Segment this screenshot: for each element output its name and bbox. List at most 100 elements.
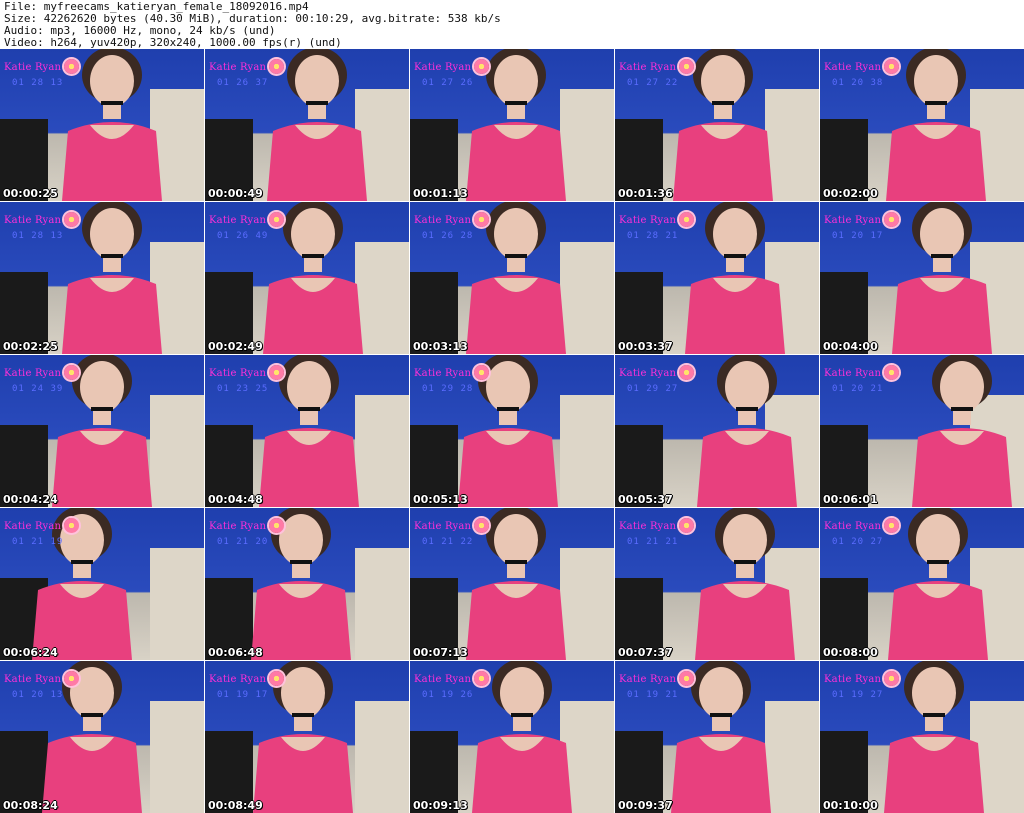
clock-overlay: 01 19 21 xyxy=(627,690,679,700)
clock-overlay: 01 20 27 xyxy=(832,537,884,547)
brand-watermark: Katie Ryan xyxy=(824,671,900,686)
brand-text: Katie Ryan xyxy=(4,368,62,379)
flower-icon xyxy=(64,671,80,686)
flower-icon xyxy=(679,365,695,380)
brand-watermark: Katie Ryan xyxy=(414,671,490,686)
clock-overlay: 01 29 27 xyxy=(627,384,679,394)
video-thumbnail[interactable]: Katie Ryan 01 21 20 00:06:48 xyxy=(205,508,409,660)
clock-overlay: 01 19 26 xyxy=(422,690,474,700)
video-thumbnail[interactable]: Katie Ryan 01 28 21 00:03:37 xyxy=(615,202,819,354)
video-thumbnail[interactable]: Katie Ryan 01 19 27 00:10:00 xyxy=(820,661,1024,813)
timestamp-label: 00:05:13 xyxy=(413,493,468,506)
brand-watermark: Katie Ryan xyxy=(209,59,285,74)
flower-icon xyxy=(884,671,900,686)
timestamp-label: 00:03:37 xyxy=(618,340,673,353)
flower-icon xyxy=(884,59,900,74)
brand-watermark: Katie Ryan xyxy=(4,59,80,74)
timestamp-label: 00:00:49 xyxy=(208,187,263,200)
flower-icon xyxy=(474,365,490,380)
flower-icon xyxy=(679,671,695,686)
timestamp-label: 00:02:00 xyxy=(823,187,878,200)
video-thumbnail[interactable]: Katie Ryan 01 24 39 00:04:24 xyxy=(0,355,204,507)
brand-watermark: Katie Ryan xyxy=(209,518,285,533)
flower-icon xyxy=(884,212,900,227)
video-thumbnail[interactable]: Katie Ryan 01 28 13 00:00:25 xyxy=(0,49,204,201)
brand-watermark: Katie Ryan xyxy=(4,212,80,227)
brand-text: Katie Ryan xyxy=(4,62,62,73)
flower-icon xyxy=(269,59,285,74)
video-thumbnail[interactable]: Katie Ryan 01 20 13 00:08:24 xyxy=(0,661,204,813)
clock-overlay: 01 27 22 xyxy=(627,78,679,88)
video-thumbnail[interactable]: Katie Ryan 01 19 21 00:09:37 xyxy=(615,661,819,813)
brand-text: Katie Ryan xyxy=(414,368,472,379)
brand-text: Katie Ryan xyxy=(414,215,472,226)
video-thumbnail[interactable]: Katie Ryan 01 26 49 00:02:49 xyxy=(205,202,409,354)
clock-overlay: 01 28 13 xyxy=(12,231,64,241)
video-thumbnail[interactable]: Katie Ryan 01 20 27 00:08:00 xyxy=(820,508,1024,660)
brand-text: Katie Ryan xyxy=(209,674,267,685)
flower-icon xyxy=(64,518,80,533)
flower-icon xyxy=(474,212,490,227)
brand-text: Katie Ryan xyxy=(619,62,677,73)
video-thumbnail[interactable]: Katie Ryan 01 27 26 00:01:13 xyxy=(410,49,614,201)
video-thumbnail[interactable]: Katie Ryan 01 21 21 00:07:37 xyxy=(615,508,819,660)
timestamp-label: 00:09:13 xyxy=(413,799,468,812)
brand-watermark: Katie Ryan xyxy=(4,518,80,533)
video-thumbnail[interactable]: Katie Ryan 01 19 17 00:08:49 xyxy=(205,661,409,813)
video-thumbnail[interactable]: Katie Ryan 01 29 27 00:05:37 xyxy=(615,355,819,507)
video-thumbnail[interactable]: Katie Ryan 01 19 26 00:09:13 xyxy=(410,661,614,813)
timestamp-label: 00:08:24 xyxy=(3,799,58,812)
timestamp-label: 00:04:00 xyxy=(823,340,878,353)
timestamp-label: 00:06:48 xyxy=(208,646,263,659)
timestamp-label: 00:00:25 xyxy=(3,187,58,200)
video-thumbnail[interactable]: Katie Ryan 01 23 25 00:04:48 xyxy=(205,355,409,507)
timestamp-label: 00:06:24 xyxy=(3,646,58,659)
video-thumbnail[interactable]: Katie Ryan 01 21 22 00:07:13 xyxy=(410,508,614,660)
clock-overlay: 01 19 17 xyxy=(217,690,269,700)
video-thumbnail[interactable]: Katie Ryan 01 28 13 00:02:25 xyxy=(0,202,204,354)
brand-watermark: Katie Ryan xyxy=(209,671,285,686)
video-thumbnail[interactable]: Katie Ryan 01 20 17 00:04:00 xyxy=(820,202,1024,354)
brand-text: Katie Ryan xyxy=(824,62,882,73)
brand-watermark: Katie Ryan xyxy=(209,212,285,227)
video-thumbnail[interactable]: Katie Ryan 01 21 19 00:06:24 xyxy=(0,508,204,660)
brand-text: Katie Ryan xyxy=(619,674,677,685)
video-thumbnail[interactable]: Katie Ryan 01 26 28 00:03:13 xyxy=(410,202,614,354)
flower-icon xyxy=(269,212,285,227)
brand-text: Katie Ryan xyxy=(209,62,267,73)
flower-icon xyxy=(884,518,900,533)
brand-watermark: Katie Ryan xyxy=(619,212,695,227)
clock-overlay: 01 21 20 xyxy=(217,537,269,547)
timestamp-label: 00:02:25 xyxy=(3,340,58,353)
brand-text: Katie Ryan xyxy=(824,368,882,379)
video-thumbnail[interactable]: Katie Ryan 01 29 28 00:05:13 xyxy=(410,355,614,507)
flower-icon xyxy=(64,212,80,227)
clock-overlay: 01 26 49 xyxy=(217,231,269,241)
timestamp-label: 00:01:36 xyxy=(618,187,673,200)
flower-icon xyxy=(474,671,490,686)
video-thumbnail[interactable]: Katie Ryan 01 27 22 00:01:36 xyxy=(615,49,819,201)
brand-text: Katie Ryan xyxy=(4,674,62,685)
brand-watermark: Katie Ryan xyxy=(824,212,900,227)
brand-watermark: Katie Ryan xyxy=(619,518,695,533)
brand-text: Katie Ryan xyxy=(824,215,882,226)
timestamp-label: 00:04:48 xyxy=(208,493,263,506)
timestamp-label: 00:06:01 xyxy=(823,493,878,506)
brand-text: Katie Ryan xyxy=(414,62,472,73)
clock-overlay: 01 28 21 xyxy=(627,231,679,241)
video-thumbnail[interactable]: Katie Ryan 01 20 21 00:06:01 xyxy=(820,355,1024,507)
brand-watermark: Katie Ryan xyxy=(824,59,900,74)
video-thumbnail[interactable]: Katie Ryan 01 20 38 00:02:00 xyxy=(820,49,1024,201)
brand-watermark: Katie Ryan xyxy=(4,365,80,380)
video-thumbnail[interactable]: Katie Ryan 01 26 37 00:00:49 xyxy=(205,49,409,201)
clock-overlay: 01 26 28 xyxy=(422,231,474,241)
brand-watermark: Katie Ryan xyxy=(824,365,900,380)
brand-text: Katie Ryan xyxy=(209,368,267,379)
timestamp-label: 00:10:00 xyxy=(823,799,878,812)
brand-text: Katie Ryan xyxy=(414,674,472,685)
clock-overlay: 01 24 39 xyxy=(12,384,64,394)
clock-overlay: 01 20 17 xyxy=(832,231,884,241)
timestamp-label: 00:08:49 xyxy=(208,799,263,812)
timestamp-label: 00:07:13 xyxy=(413,646,468,659)
clock-overlay: 01 20 13 xyxy=(12,690,64,700)
